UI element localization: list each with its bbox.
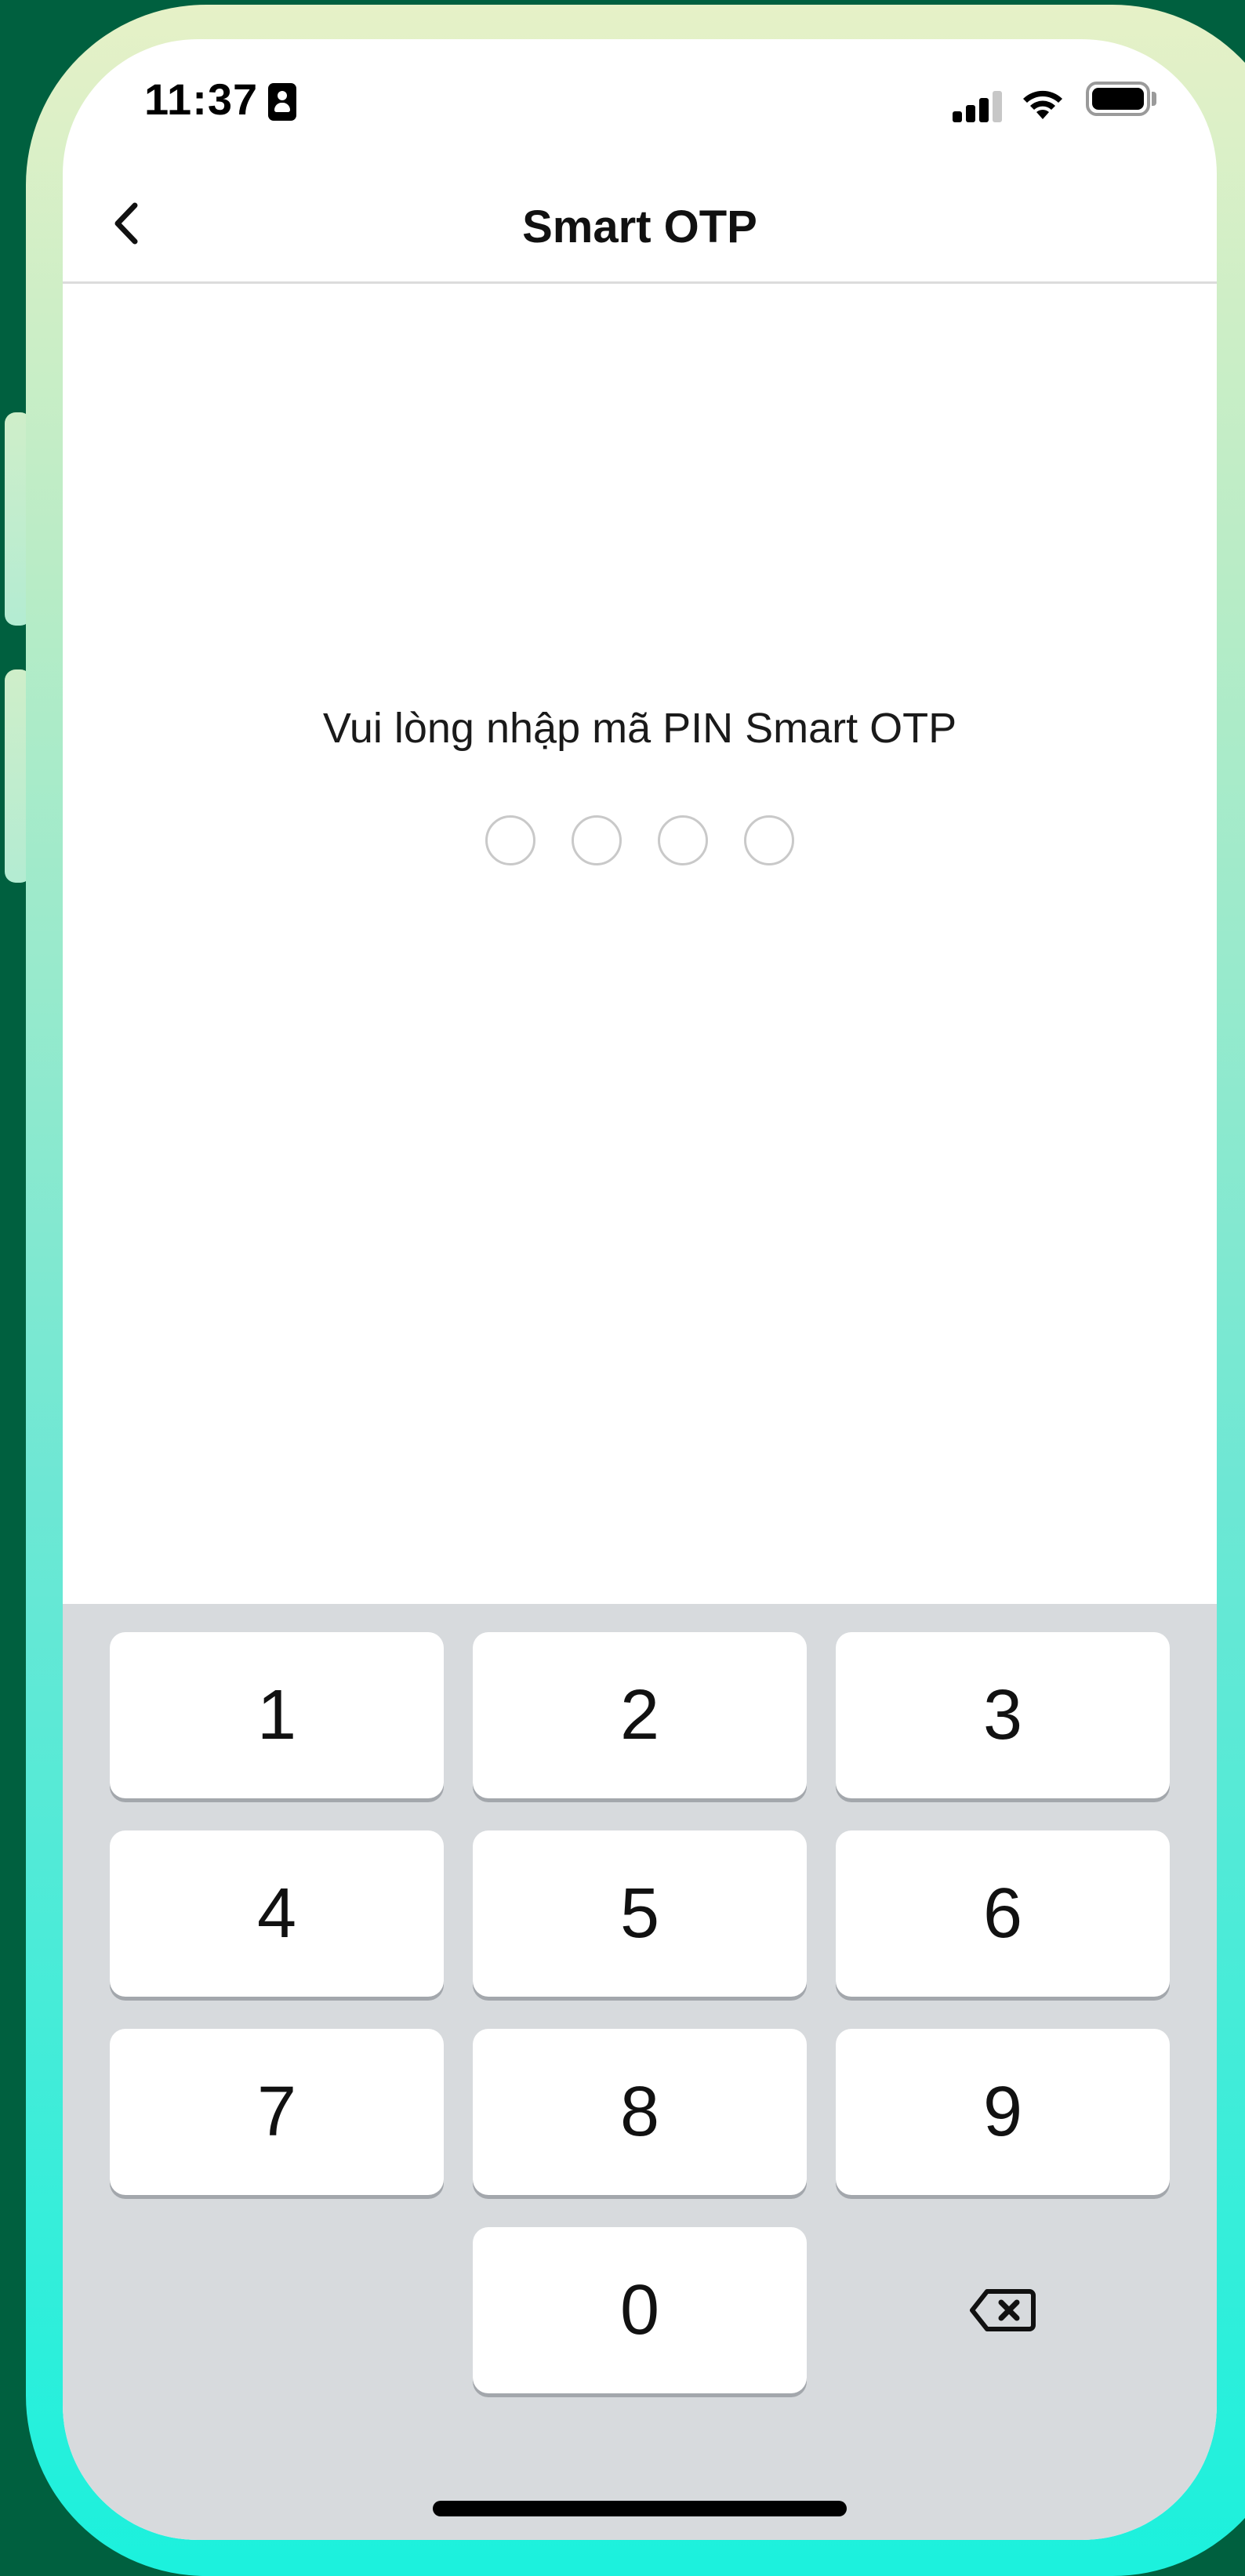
status-time: 11:37 — [144, 74, 259, 124]
key-6[interactable]: 6 — [836, 1830, 1170, 1997]
backspace-icon — [970, 2289, 1036, 2331]
home-indicator[interactable] — [433, 2501, 847, 2516]
nav-bar: Smart OTP — [63, 165, 1217, 284]
battery-cap — [1152, 92, 1156, 106]
key-9[interactable]: 9 — [836, 2029, 1170, 2195]
delete-button[interactable] — [836, 2227, 1170, 2393]
status-bar: 11:37 — [63, 39, 1217, 165]
phone-screen: 11:37 Smart OTP Vui lòng nhập mã PIN Sma… — [63, 39, 1217, 2540]
cellular-signal-icon — [953, 89, 1003, 122]
key-1[interactable]: 1 — [110, 1632, 444, 1798]
key-7[interactable]: 7 — [110, 2029, 444, 2195]
key-2[interactable]: 2 — [473, 1632, 807, 1798]
pin-prompt: Vui lòng nhập mã PIN Smart OTP — [322, 705, 957, 752]
pin-dot — [485, 815, 535, 865]
pin-dot — [572, 815, 622, 865]
numeric-keypad: 1 2 3 4 5 6 7 8 9 0 — [63, 1604, 1217, 2540]
key-8[interactable]: 8 — [473, 2029, 807, 2195]
wifi-icon — [1023, 90, 1062, 119]
contact-card-icon — [268, 83, 296, 121]
key-0[interactable]: 0 — [473, 2227, 807, 2393]
key-5[interactable]: 5 — [473, 1830, 807, 1997]
key-3[interactable]: 3 — [836, 1632, 1170, 1798]
battery-icon — [1086, 82, 1150, 116]
pin-indicator — [63, 815, 1217, 865]
page-title: Smart OTP — [522, 201, 757, 252]
pin-dot — [658, 815, 708, 865]
key-4[interactable]: 4 — [110, 1830, 444, 1997]
pin-dot — [744, 815, 794, 865]
